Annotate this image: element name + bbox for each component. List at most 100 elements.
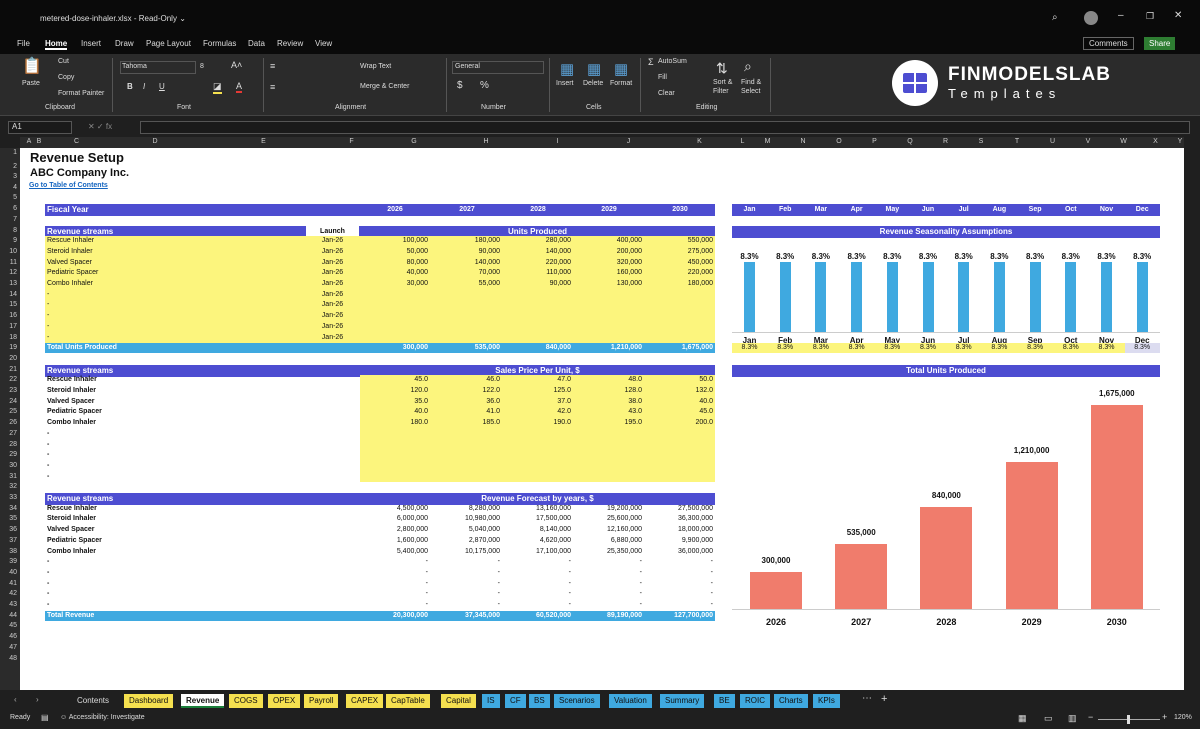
col-header-C[interactable]: C xyxy=(45,138,108,145)
row-header[interactable]: 14 xyxy=(0,291,17,298)
menu-review[interactable]: Review xyxy=(277,39,303,48)
menu-data[interactable]: Data xyxy=(248,39,265,48)
zoom-handle[interactable] xyxy=(1127,715,1130,724)
units-cell[interactable]: 40,000 xyxy=(360,268,428,278)
row-header[interactable]: 29 xyxy=(0,451,17,458)
row-header[interactable]: 27 xyxy=(0,430,17,437)
tab-be[interactable]: BE xyxy=(714,694,735,708)
season-input-cell[interactable]: 8.3% xyxy=(911,343,946,353)
close-icon[interactable]: ✕ xyxy=(1174,10,1182,21)
row-header[interactable]: 24 xyxy=(0,398,17,405)
col-header-W[interactable]: W xyxy=(1106,138,1141,145)
price-cell[interactable]: 190.0 xyxy=(503,418,571,428)
restore-icon[interactable]: ❐ xyxy=(1146,11,1154,22)
row-header[interactable]: 31 xyxy=(0,473,17,480)
units-cell[interactable]: 110,000 xyxy=(503,268,571,278)
row-header[interactable]: 37 xyxy=(0,537,17,544)
share-button[interactable]: Share xyxy=(1144,37,1176,50)
row-header[interactable]: 11 xyxy=(0,259,17,266)
menu-formulas[interactable]: Formulas xyxy=(203,39,236,48)
units-cell[interactable]: 130,000 xyxy=(574,279,642,289)
percent-icon[interactable]: % xyxy=(480,80,489,91)
col-header-I[interactable]: I xyxy=(522,138,593,145)
col-header-O[interactable]: O xyxy=(821,138,857,145)
sort-label-2[interactable]: Filter xyxy=(713,88,729,95)
row-header[interactable]: 25 xyxy=(0,408,17,415)
prev-sheet-icon[interactable]: ‹ xyxy=(14,695,17,704)
underline-icon[interactable]: U xyxy=(159,82,165,91)
row-header[interactable]: 45 xyxy=(0,622,17,629)
tab-charts[interactable]: Charts xyxy=(774,694,808,708)
units-cell[interactable]: 100,000 xyxy=(360,236,428,246)
col-header-P[interactable]: P xyxy=(857,138,892,145)
season-input-cell[interactable]: 8.3% xyxy=(839,343,874,353)
units-cell[interactable]: 30,000 xyxy=(360,279,428,289)
tab-payroll[interactable]: Payroll xyxy=(304,694,339,708)
sort-filter-icon[interactable]: ⇅ xyxy=(716,60,728,77)
row-header[interactable]: 17 xyxy=(0,323,17,330)
row-header[interactable]: 2 xyxy=(0,163,17,170)
col-header-T[interactable]: T xyxy=(999,138,1035,145)
col-header-S[interactable]: S xyxy=(963,138,999,145)
price-cell[interactable]: 132.0 xyxy=(645,386,713,396)
price-cell[interactable]: 35.0 xyxy=(360,397,428,407)
sort-label-1[interactable]: Sort & xyxy=(713,79,732,86)
row-header[interactable]: 35 xyxy=(0,515,17,522)
col-header-E[interactable]: E xyxy=(202,138,325,145)
units-cell[interactable]: 200,000 xyxy=(574,247,642,257)
col-header-Y[interactable]: Y xyxy=(1170,138,1190,145)
number-format-box[interactable] xyxy=(452,61,544,74)
align-left-icon[interactable]: ≡ xyxy=(270,82,275,92)
units-cell[interactable]: 400,000 xyxy=(574,236,642,246)
season-input-cell[interactable]: 8.3% xyxy=(1125,343,1160,353)
accessibility-status[interactable]: ☺ Accessibility: Investigate xyxy=(60,714,145,721)
tab-summary[interactable]: Summary xyxy=(660,694,705,708)
season-input-cell[interactable]: 8.3% xyxy=(875,343,910,353)
units-cell[interactable]: 80,000 xyxy=(360,258,428,268)
delete-cells-icon[interactable]: ▦ xyxy=(587,60,601,78)
price-cell[interactable]: 180.0 xyxy=(360,418,428,428)
price-cell[interactable]: 40.0 xyxy=(645,397,713,407)
units-cell[interactable]: 275,000 xyxy=(645,247,713,257)
row-header[interactable]: 48 xyxy=(0,655,17,662)
col-header-G[interactable]: G xyxy=(378,138,450,145)
menu-file[interactable]: File xyxy=(17,39,30,48)
col-header-K[interactable]: K xyxy=(664,138,735,145)
price-cell[interactable]: 195.0 xyxy=(574,418,642,428)
format-cells-icon[interactable]: ▦ xyxy=(614,60,628,78)
season-input-cell[interactable]: 8.3% xyxy=(803,343,838,353)
tab-revenue[interactable]: Revenue xyxy=(181,694,225,708)
autosum-button[interactable]: AutoSum xyxy=(658,58,687,65)
col-header-J[interactable]: J xyxy=(593,138,664,145)
row-header[interactable]: 5 xyxy=(0,194,17,201)
highlight-icon[interactable]: ◪ xyxy=(213,81,222,94)
row-header[interactable]: 41 xyxy=(0,580,17,587)
col-header-H[interactable]: H xyxy=(450,138,522,145)
row-header[interactable]: 6 xyxy=(0,205,17,212)
col-header-F[interactable]: F xyxy=(325,138,378,145)
units-cell[interactable]: 90,000 xyxy=(432,247,500,257)
comments-button[interactable]: Comments xyxy=(1083,37,1134,50)
tab-kpis[interactable]: KPIs xyxy=(813,694,840,708)
tab-cogs[interactable]: COGS xyxy=(229,694,263,708)
col-header-B[interactable]: B xyxy=(33,138,45,145)
copy-button[interactable]: Copy xyxy=(58,74,74,81)
season-input-cell[interactable]: 8.3% xyxy=(1053,343,1088,353)
units-cell[interactable]: 220,000 xyxy=(645,268,713,278)
row-header[interactable]: 40 xyxy=(0,569,17,576)
col-header-D[interactable]: D xyxy=(108,138,202,145)
format-painter-button[interactable]: Format Painter xyxy=(58,90,104,97)
row-header[interactable]: 42 xyxy=(0,590,17,597)
row-header[interactable]: 12 xyxy=(0,269,17,276)
align-top-icon[interactable]: ≡ xyxy=(270,61,275,71)
tab-opex[interactable]: OPEX xyxy=(268,694,301,708)
units-cell[interactable]: 180,000 xyxy=(432,236,500,246)
row-header[interactable]: 46 xyxy=(0,633,17,640)
col-header-L[interactable]: L xyxy=(735,138,750,145)
row-header[interactable]: 20 xyxy=(0,355,17,362)
normal-view-icon[interactable]: ▦ xyxy=(1018,713,1027,724)
price-cell[interactable]: 38.0 xyxy=(574,397,642,407)
zoom-out-icon[interactable]: − xyxy=(1088,712,1093,722)
insert-button[interactable]: Insert xyxy=(556,80,574,87)
col-header-X[interactable]: X xyxy=(1141,138,1170,145)
